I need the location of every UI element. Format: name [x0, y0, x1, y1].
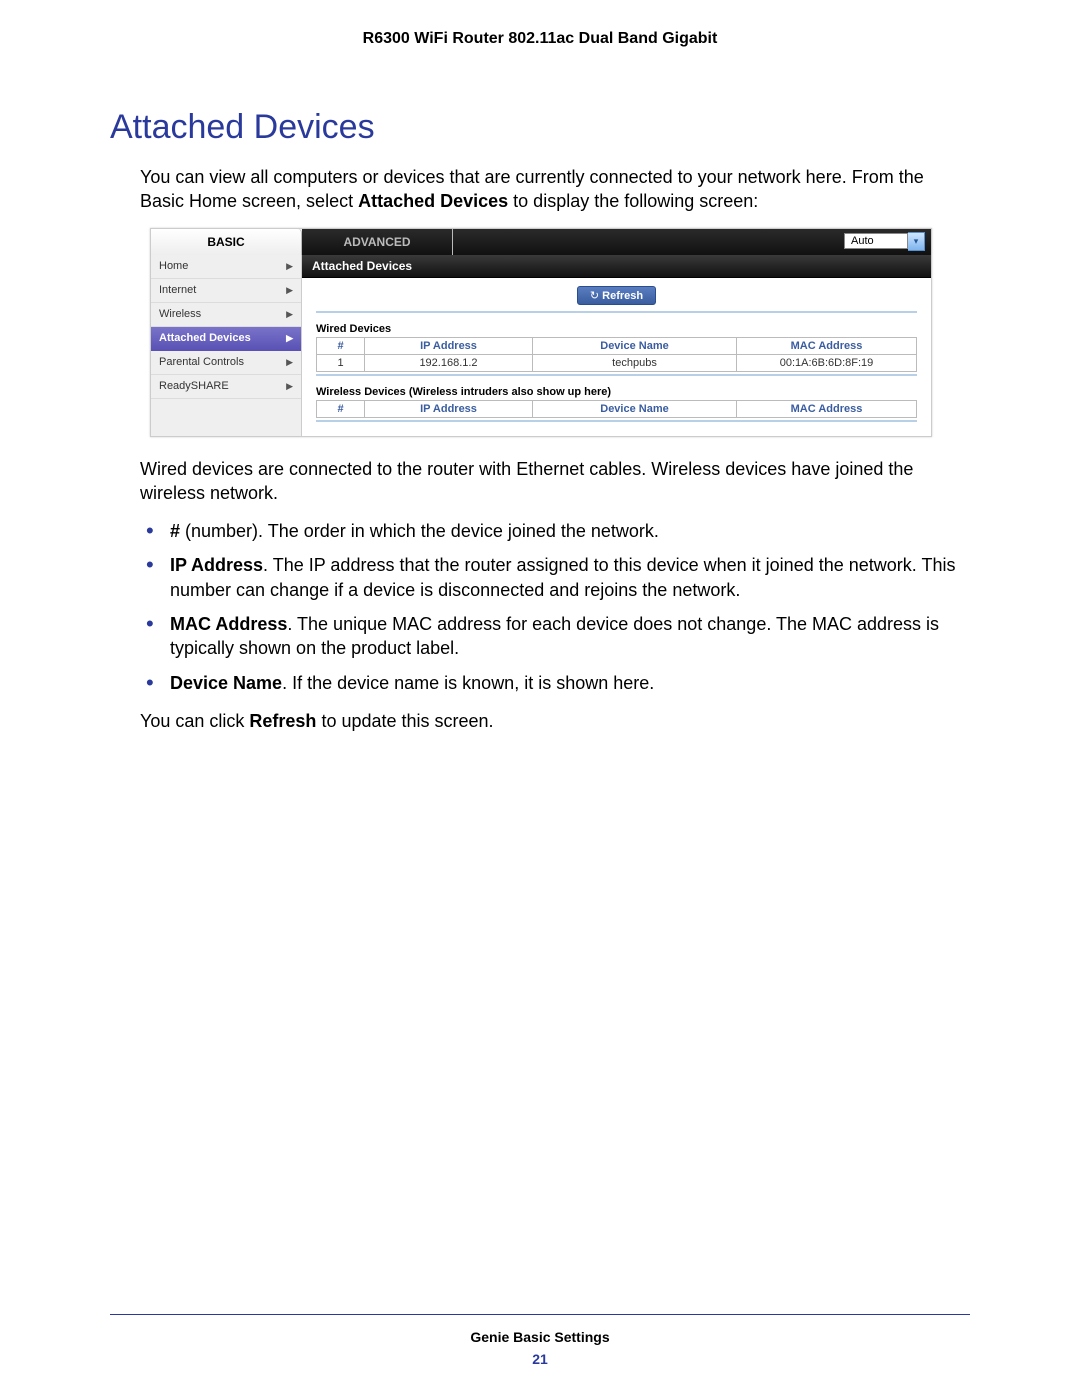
col-ip: IP Address [365, 400, 533, 417]
col-ip: IP Address [365, 337, 533, 354]
col-mac: MAC Address [737, 337, 917, 354]
sidebar-item-parental-controls[interactable]: Parental Controls ▶ [151, 351, 301, 375]
sidebar-item-home[interactable]: Home ▶ [151, 255, 301, 279]
closing-pre: You can click [140, 711, 249, 731]
chevron-right-icon: ▶ [286, 309, 293, 320]
tab-basic[interactable]: BASIC [151, 229, 302, 255]
bullet-text: . The IP address that the router assigne… [170, 555, 955, 599]
cell-name: techpubs [533, 354, 737, 371]
col-num: # [317, 400, 365, 417]
refresh-button[interactable]: Refresh [577, 286, 656, 305]
language-selector[interactable]: Auto ▾ [844, 232, 925, 251]
chevron-right-icon: ▶ [286, 357, 293, 368]
col-name: Device Name [533, 337, 737, 354]
wireless-devices-label: Wireless Devices (Wireless intruders als… [316, 386, 917, 398]
closing-paragraph: You can click Refresh to update this scr… [140, 709, 970, 733]
intro-line2-post: to display the following screen: [508, 191, 758, 211]
footer-title: Genie Basic Settings [110, 1329, 970, 1345]
sidebar-item-wireless[interactable]: Wireless ▶ [151, 303, 301, 327]
bullet-bold: # [170, 521, 180, 541]
table-header-row: # IP Address Device Name MAC Address [317, 337, 917, 354]
chevron-right-icon: ▶ [286, 285, 293, 296]
sidebar-item-label: ReadySHARE [159, 380, 229, 392]
col-num: # [317, 337, 365, 354]
col-name: Device Name [533, 400, 737, 417]
table-row: 1 192.168.1.2 techpubs 00:1A:6B:6D:8F:19 [317, 354, 917, 371]
chevron-right-icon: ▶ [286, 261, 293, 272]
chevron-down-icon[interactable]: ▾ [908, 232, 925, 251]
after-screenshot-paragraph: Wired devices are connected to the route… [140, 457, 970, 506]
col-mac: MAC Address [737, 400, 917, 417]
sidebar-item-readyshare[interactable]: ReadySHARE ▶ [151, 375, 301, 399]
sidebar-item-label: Home [159, 260, 188, 272]
sidebar-item-attached-devices[interactable]: Attached Devices ▶ [151, 327, 301, 351]
footer-page-number: 21 [110, 1351, 970, 1367]
bullet-bold: IP Address [170, 555, 263, 575]
wireless-devices-table: # IP Address Device Name MAC Address [316, 400, 917, 418]
sidebar-item-label: Wireless [159, 308, 201, 320]
intro-line1: You can view all computers or devices th… [140, 167, 847, 187]
cell-ip: 192.168.1.2 [365, 354, 533, 371]
bullet-bold: MAC Address [170, 614, 287, 634]
sidebar-item-internet[interactable]: Internet ▶ [151, 279, 301, 303]
sidebar-item-label: Parental Controls [159, 356, 244, 368]
doc-header: R6300 WiFi Router 802.11ac Dual Band Gig… [110, 30, 970, 48]
section-title: Attached Devices [110, 108, 970, 147]
tabs-row: BASIC ADVANCED Auto ▾ [151, 229, 931, 255]
intro-line2-bold: Attached Devices [358, 191, 508, 211]
sidebar-item-label: Attached Devices [159, 332, 251, 344]
wired-devices-label: Wired Devices [316, 323, 917, 335]
list-item: MAC Address. The unique MAC address for … [140, 612, 970, 661]
router-ui-screenshot: BASIC ADVANCED Auto ▾ Home ▶ Internet ▶ Wi… [150, 228, 932, 437]
language-value: Auto [844, 233, 908, 249]
intro-paragraph: You can view all computers or devices th… [140, 165, 970, 214]
table-header-row: # IP Address Device Name MAC Address [317, 400, 917, 417]
list-item: Device Name. If the device name is known… [140, 671, 970, 695]
sidebar-item-label: Internet [159, 284, 196, 296]
wired-devices-table: # IP Address Device Name MAC Address 1 1… [316, 337, 917, 372]
cell-mac: 00:1A:6B:6D:8F:19 [737, 354, 917, 371]
field-bullet-list: # (number). The order in which the devic… [140, 519, 970, 695]
chevron-right-icon: ▶ [286, 333, 293, 344]
cell-num: 1 [317, 354, 365, 371]
list-item: IP Address. The IP address that the rout… [140, 553, 970, 602]
bullet-bold: Device Name [170, 673, 282, 693]
bullet-text: . If the device name is known, it is sho… [282, 673, 654, 693]
tab-advanced[interactable]: ADVANCED [302, 229, 453, 255]
list-item: # (number). The order in which the devic… [140, 519, 970, 543]
chevron-right-icon: ▶ [286, 381, 293, 392]
main-panel-title: Attached Devices [302, 255, 931, 278]
closing-bold: Refresh [249, 711, 316, 731]
closing-post: to update this screen. [316, 711, 493, 731]
bullet-text: (number). The order in which the device … [180, 521, 659, 541]
sidebar: Home ▶ Internet ▶ Wireless ▶ Attached Devic… [151, 255, 302, 436]
page-footer: Genie Basic Settings 21 [110, 1314, 970, 1367]
main-panel: Attached Devices Refresh Wired Devices #… [302, 255, 931, 436]
